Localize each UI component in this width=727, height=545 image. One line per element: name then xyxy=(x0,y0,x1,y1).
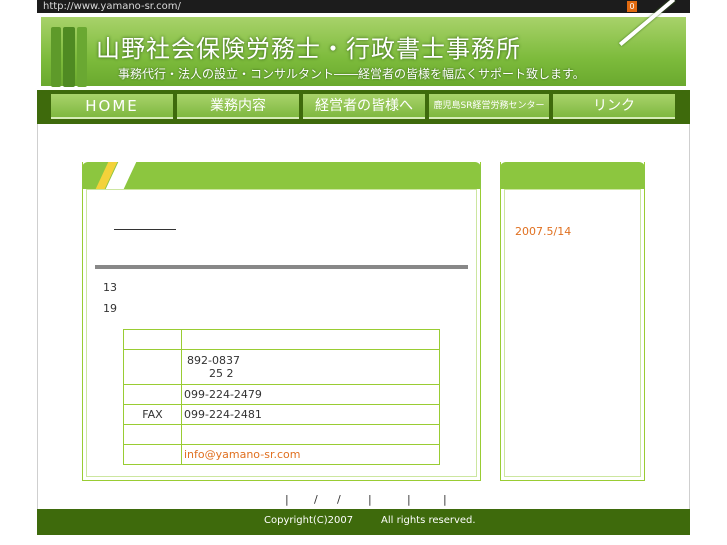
rights-text: All rights reserved. xyxy=(381,515,476,526)
main-panel-header xyxy=(82,162,481,189)
footer-separator: | xyxy=(285,493,289,506)
info-line-2: 19 xyxy=(103,302,117,315)
nav-home[interactable]: HOME xyxy=(51,94,173,119)
book-icon xyxy=(77,27,87,87)
site-title: 山野社会保険労務士・行政書士事務所 xyxy=(96,35,521,63)
table-cell xyxy=(123,444,182,465)
footer-separator: / xyxy=(314,493,318,506)
table-cell xyxy=(181,329,440,350)
info-line-1: 13 xyxy=(103,281,117,294)
table-cell xyxy=(123,424,182,445)
nav-for-managers[interactable]: 経営者の皆様へ xyxy=(303,94,425,119)
postal-code: 892-0837 xyxy=(187,354,240,367)
copyright-text: Copyright(C)2007 xyxy=(264,515,354,526)
footer-separator: | xyxy=(443,493,447,506)
footer-separator: | xyxy=(407,493,411,506)
table-row xyxy=(123,329,440,350)
heading-underline xyxy=(114,229,176,230)
nav-links[interactable]: リンク xyxy=(553,94,675,119)
fax-label: FAX xyxy=(123,404,182,425)
address-line: 25 2 xyxy=(209,367,234,380)
table-cell xyxy=(181,424,440,445)
email-link[interactable]: info@yamano-sr.com xyxy=(181,444,440,465)
footer-bar xyxy=(37,509,690,535)
table-cell xyxy=(123,349,182,385)
table-cell xyxy=(123,329,182,350)
table-row xyxy=(123,424,440,445)
table-cell xyxy=(123,384,182,405)
nav-services[interactable]: 業務内容 xyxy=(177,94,299,119)
tel-number: 099-224-2479 xyxy=(181,384,440,405)
table-row: info@yamano-sr.com xyxy=(123,444,440,465)
section-divider xyxy=(95,265,468,269)
address-cell: 892-0837 25 2 xyxy=(181,349,440,385)
book-icon xyxy=(51,27,61,87)
counter-icon: 0 xyxy=(627,1,637,12)
nav-sr-center[interactable]: 鹿児島SR経営労務センター xyxy=(429,94,549,119)
footer-separator: / xyxy=(337,493,341,506)
fax-number: 099-224-2481 xyxy=(181,404,440,425)
table-row: FAX 099-224-2481 xyxy=(123,404,440,425)
news-date-link[interactable]: 2007.5/14 xyxy=(515,225,571,238)
main-nav: HOME 業務内容 経営者の皆様へ 鹿児島SR経営労務センター リンク xyxy=(37,90,690,124)
book-icon xyxy=(63,27,75,87)
site-url: http://www.yamano-sr.com/ xyxy=(43,1,181,12)
side-panel-header xyxy=(500,162,645,189)
table-row: 892-0837 25 2 xyxy=(123,349,440,385)
table-row: 099-224-2479 xyxy=(123,384,440,405)
site-subtitle: 事務代行・法人の設立・コンサルタント――経営者の皆様を幅広くサポート致します。 xyxy=(118,67,585,81)
footer-separator: | xyxy=(368,493,372,506)
office-info-table: 892-0837 25 2 099-224-2479 FAX 099-224-2… xyxy=(123,329,440,465)
